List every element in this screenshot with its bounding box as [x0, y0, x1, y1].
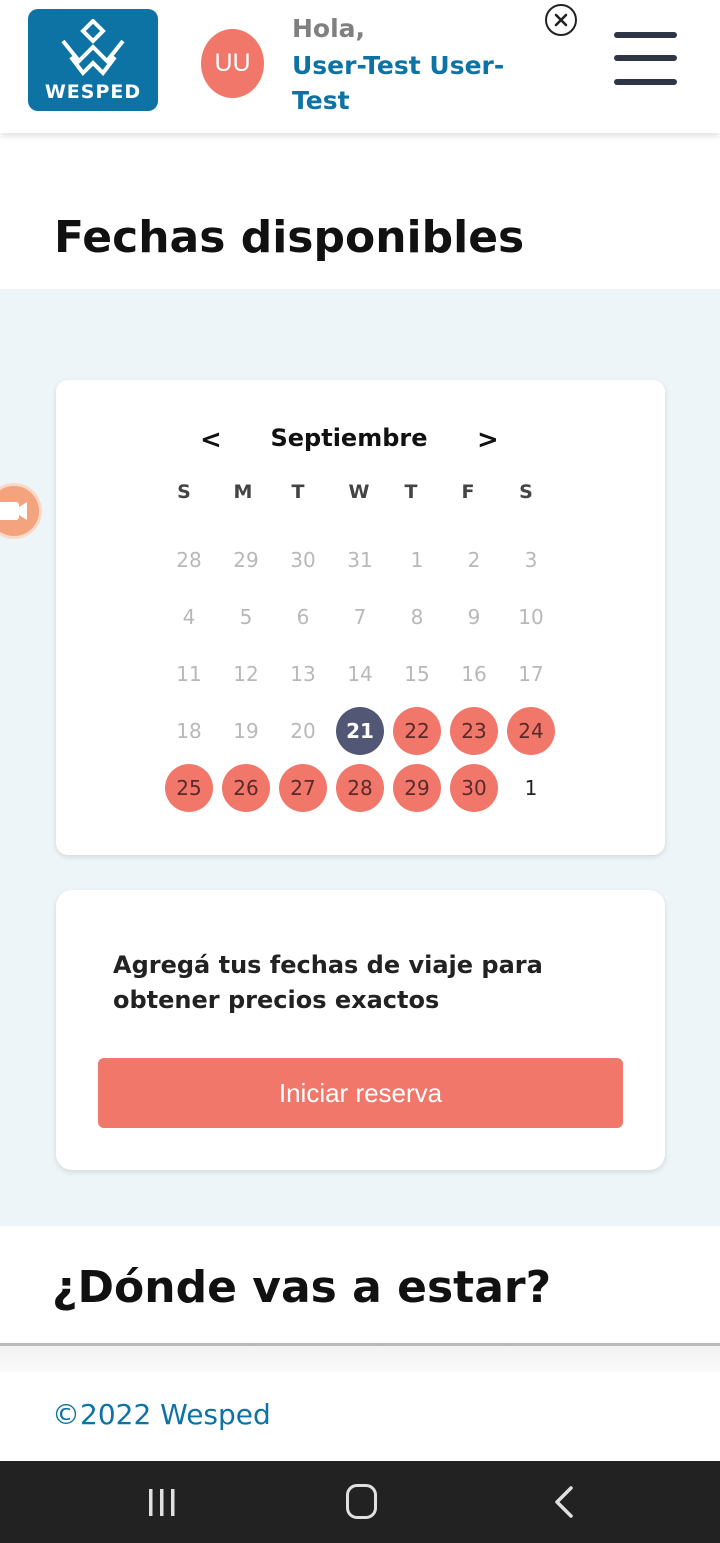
- wesped-logo[interactable]: WESPED: [28, 9, 158, 111]
- wesped-logo-icon: [61, 19, 125, 77]
- calendar-day[interactable]: 22: [393, 707, 441, 755]
- calendar-day[interactable]: 26: [222, 764, 270, 812]
- calendar-day: 1: [410, 548, 424, 572]
- calendar-day[interactable]: 27: [279, 764, 327, 812]
- user-name: User-Test User-Test: [292, 51, 505, 115]
- weekday-header: T: [291, 481, 305, 503]
- weekday-header: W: [348, 481, 370, 503]
- camera-glyph: [0, 502, 27, 520]
- weekday-header: T: [404, 481, 418, 503]
- calendar-day: 8: [410, 605, 424, 629]
- calendar-day: 19: [233, 719, 259, 743]
- app-header: WESPED UU Hola, User-Test User-Test: [0, 0, 720, 133]
- prev-month-button[interactable]: <: [200, 425, 222, 455]
- close-icon[interactable]: [545, 4, 577, 36]
- booking-info-text: Agregá tus fechas de viaje para obtener …: [113, 951, 543, 1014]
- calendar-day[interactable]: 23: [450, 707, 498, 755]
- calendar-day: 4: [182, 605, 196, 629]
- recent-apps-icon[interactable]: [147, 1487, 177, 1517]
- calendar-day: 12: [233, 662, 259, 686]
- calendar-day: 29: [233, 548, 259, 572]
- calendar-day[interactable]: 29: [393, 764, 441, 812]
- weekday-header: M: [233, 481, 253, 503]
- calendar-day: 31: [347, 548, 373, 572]
- footer-copyright: ©2022 Wesped: [52, 1398, 271, 1431]
- calendar-day: 14: [347, 662, 373, 686]
- calendar-day[interactable]: 1: [507, 764, 555, 812]
- calendar-day[interactable]: 21: [336, 707, 384, 755]
- calendar-day: 6: [296, 605, 310, 629]
- home-icon[interactable]: [346, 1484, 377, 1519]
- calendar-day: 9: [467, 605, 481, 629]
- calendar-day: 16: [461, 662, 487, 686]
- avatar[interactable]: UU: [201, 29, 264, 98]
- calendar-day[interactable]: 24: [507, 707, 555, 755]
- calendar-day: 13: [290, 662, 316, 686]
- section-title-fechas: Fechas disponibles: [54, 212, 525, 263]
- calendar-day: 10: [518, 605, 544, 629]
- calendar-day: 15: [404, 662, 430, 686]
- booking-info-card: [56, 890, 665, 1170]
- calendar-day: 11: [176, 662, 202, 686]
- calendar-day: 2: [467, 548, 481, 572]
- calendar-day: 7: [353, 605, 367, 629]
- weekday-header: S: [177, 481, 191, 503]
- calendar-day[interactable]: 28: [336, 764, 384, 812]
- start-booking-button[interactable]: Iniciar reserva: [98, 1058, 623, 1128]
- android-navigation-bar: [0, 1461, 720, 1543]
- back-icon[interactable]: [552, 1485, 576, 1519]
- calendar-day: 20: [290, 719, 316, 743]
- calendar-day: 3: [524, 548, 538, 572]
- calendar-day: 18: [176, 719, 202, 743]
- close-x-glyph: [554, 13, 568, 27]
- calendar-day: 30: [290, 548, 316, 572]
- hamburger-menu-icon[interactable]: [614, 32, 677, 86]
- calendar-day[interactable]: 30: [450, 764, 498, 812]
- section-title-donde: ¿Dónde vas a estar?: [52, 1262, 552, 1313]
- next-month-button[interactable]: >: [477, 425, 499, 455]
- month-label: Septiembre: [270, 424, 428, 452]
- greeting-label: Hola,: [292, 14, 366, 43]
- calendar-day: 5: [239, 605, 253, 629]
- calendar-day[interactable]: 25: [165, 764, 213, 812]
- calendar-day: 28: [176, 548, 202, 572]
- weekday-header: F: [461, 481, 475, 503]
- logo-wordmark: WESPED: [44, 81, 142, 103]
- weekday-header: S: [519, 481, 533, 503]
- calendar-day: 17: [518, 662, 544, 686]
- footer-separator: [0, 1346, 720, 1372]
